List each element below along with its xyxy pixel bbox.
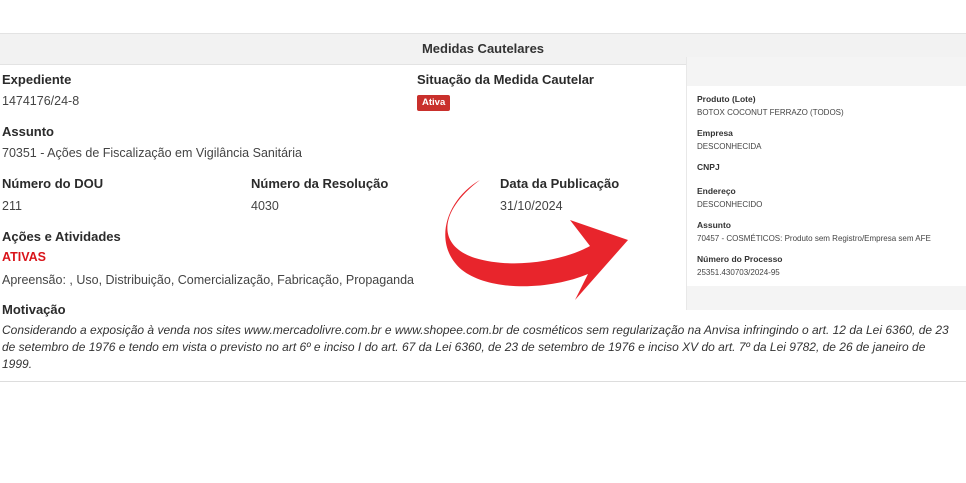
- cnpj-label: CNPJ: [697, 162, 720, 172]
- curved-arrow-icon: [445, 180, 628, 300]
- assunto-value: 70351 - Ações de Fiscalização em Vigilân…: [2, 146, 302, 160]
- numero-dou-value: 211: [2, 199, 22, 213]
- acoes-label: Ações e Atividades: [2, 229, 121, 244]
- motivacao-text: Considerando a exposição à venda nos sit…: [2, 323, 949, 371]
- endereco-value: DESCONHECIDO: [697, 200, 763, 209]
- motivacao-label: Motivação: [2, 302, 66, 317]
- empresa-label: Empresa: [697, 128, 733, 138]
- produto-value: BOTOX COCONUT FERRAZO (TODOS): [697, 108, 844, 117]
- card-footer: [687, 286, 966, 310]
- numero-resolucao-value: 4030: [251, 199, 279, 213]
- panel-divider: [0, 381, 966, 382]
- endereco-label: Endereço: [697, 186, 736, 196]
- produto-label: Produto (Lote): [697, 94, 756, 104]
- assunto-label: Assunto: [2, 124, 54, 139]
- status-badge: Ativa: [417, 95, 451, 111]
- processo-value: 25351.430703/2024-95: [697, 268, 780, 277]
- numero-resolucao-label: Número da Resolução: [251, 176, 389, 191]
- acoes-status: ATIVAS: [2, 250, 46, 264]
- processo-label: Número do Processo: [697, 254, 783, 264]
- empresa-value: DESCONHECIDA: [697, 142, 762, 151]
- numero-dou-label: Número do DOU: [2, 176, 104, 191]
- expediente-label: Expediente: [2, 72, 72, 87]
- card-assunto-label: Assunto: [697, 220, 731, 230]
- product-detail-card: Produto (Lote) BOTOX COCONUT FERRAZO (TO…: [686, 57, 966, 310]
- expediente-value: 1474176/24-8: [2, 94, 80, 108]
- situacao-label: Situação da Medida Cautelar: [417, 72, 594, 87]
- acoes-value: Apreensão: , Uso, Distribuição, Comercia…: [2, 273, 415, 287]
- card-header: [687, 57, 966, 86]
- card-assunto-value: 70457 - COSMÉTICOS: Produto sem Registro…: [697, 234, 931, 243]
